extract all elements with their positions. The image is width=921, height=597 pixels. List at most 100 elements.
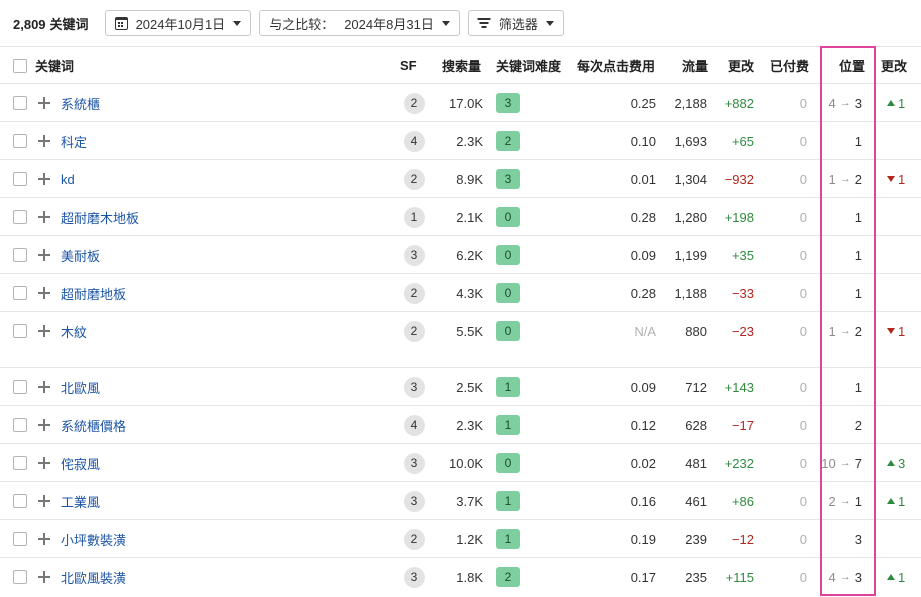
row-checkbox[interactable]: [13, 210, 27, 224]
plus-icon[interactable]: [38, 97, 50, 109]
triangle-down-icon: [887, 328, 895, 334]
row-checkbox[interactable]: [13, 418, 27, 432]
col-volume[interactable]: 搜索量: [430, 47, 481, 84]
sf-badge[interactable]: 3: [403, 490, 425, 512]
col-kd[interactable]: 关键词难度: [496, 47, 561, 84]
col-cpc[interactable]: 每次点击费用: [570, 47, 655, 84]
sf-badge[interactable]: 3: [403, 376, 425, 398]
sf-badge[interactable]: 4: [403, 130, 425, 152]
plus-icon[interactable]: [38, 325, 50, 337]
keyword-link[interactable]: 美耐板: [61, 246, 100, 265]
col-sf[interactable]: SF: [400, 47, 424, 84]
plus-icon[interactable]: [38, 495, 50, 507]
plus-icon[interactable]: [38, 381, 50, 393]
arrow-right-icon: →: [839, 173, 851, 185]
kd-badge: 1: [496, 491, 520, 511]
search-volume: 2.1K: [456, 209, 483, 225]
paid-value: 0: [799, 133, 807, 149]
plus-icon[interactable]: [38, 211, 50, 223]
keyword-link[interactable]: 超耐磨木地板: [61, 208, 139, 227]
traffic-change-value: +143: [724, 379, 754, 395]
kd-badge: 2: [496, 567, 520, 587]
table-header: 关键词 SF 搜索量 关键词难度 每次点击费用 流量 更改 已付费 位置 更改: [0, 46, 921, 83]
traffic-change-value: −12: [731, 531, 754, 547]
table-row: 超耐磨木地板 1 2.1K 0 0.28 1,280 +198 0 1: [0, 197, 921, 235]
plus-icon[interactable]: [38, 287, 50, 299]
date-picker-button[interactable]: 2024年10月1日: [104, 10, 252, 36]
kd-badge: 1: [496, 529, 520, 549]
plus-icon[interactable]: [38, 173, 50, 185]
kd-badge: 0: [496, 245, 520, 265]
col-keyword[interactable]: 关键词: [35, 47, 74, 84]
plus-icon[interactable]: [38, 533, 50, 545]
row-checkbox[interactable]: [13, 570, 27, 584]
sf-badge[interactable]: 2: [403, 282, 425, 304]
keyword-link[interactable]: 系統櫃價格: [61, 416, 126, 435]
row-checkbox[interactable]: [13, 96, 27, 110]
plus-icon[interactable]: [38, 571, 50, 583]
sf-badge[interactable]: 1: [403, 206, 425, 228]
triangle-up-icon: [887, 574, 895, 580]
keyword-link[interactable]: kd: [61, 172, 75, 187]
traffic-change-value: +232: [724, 455, 754, 471]
keyword-link[interactable]: 工業風: [61, 492, 100, 511]
col-position-change[interactable]: 更改: [881, 47, 907, 84]
sf-badge[interactable]: 2: [403, 528, 425, 550]
sf-badge[interactable]: 3: [403, 566, 425, 588]
row-checkbox[interactable]: [13, 532, 27, 546]
sf-badge[interactable]: 3: [403, 244, 425, 266]
position-from: 2: [828, 493, 836, 509]
plus-icon[interactable]: [38, 419, 50, 431]
col-position[interactable]: 位置: [825, 47, 865, 84]
keyword-count-number: 2,809: [13, 16, 46, 32]
calendar-icon: [114, 16, 128, 30]
keyword-link[interactable]: 木紋: [61, 322, 87, 341]
toolbar: 2,809 关键词 2024年10月1日 与之比较： 2024年8月31日 筛选器: [0, 0, 921, 46]
row-checkbox[interactable]: [13, 134, 27, 148]
row-checkbox[interactable]: [13, 494, 27, 508]
traffic-value: 1,199: [674, 247, 707, 263]
position-change-value: 1: [898, 323, 906, 339]
position-from: 4: [828, 569, 836, 585]
sf-badge[interactable]: 3: [403, 452, 425, 474]
keyword-link[interactable]: 北歐風裝潢: [61, 568, 126, 587]
traffic-change-value: +86: [731, 493, 754, 509]
col-paid[interactable]: 已付费: [765, 47, 809, 84]
table-row: 北歐風裝潢 3 1.8K 2 0.17 235 +115 0 4 → 3 1: [0, 557, 921, 595]
filter-button[interactable]: 筛选器: [467, 10, 564, 36]
keyword-link[interactable]: 超耐磨地板: [61, 284, 126, 303]
plus-icon[interactable]: [38, 249, 50, 261]
row-checkbox[interactable]: [13, 286, 27, 300]
row-checkbox[interactable]: [13, 248, 27, 262]
keyword-link[interactable]: 科定: [61, 132, 87, 151]
col-change[interactable]: 更改: [718, 47, 754, 84]
row-checkbox[interactable]: [13, 456, 27, 470]
sf-badge[interactable]: 2: [403, 320, 425, 342]
search-volume: 10.0K: [449, 455, 483, 471]
position-value: 2: [854, 417, 862, 433]
compare-date-button[interactable]: 与之比较： 2024年8月31日: [259, 10, 460, 36]
sf-badge[interactable]: 4: [403, 414, 425, 436]
position-from: 4: [828, 95, 836, 111]
search-volume: 6.2K: [456, 247, 483, 263]
plus-icon[interactable]: [38, 135, 50, 147]
arrow-right-icon: →: [839, 457, 851, 469]
keyword-link[interactable]: 系統櫃: [61, 94, 100, 113]
position-value: 3: [854, 531, 862, 547]
row-checkbox[interactable]: [13, 380, 27, 394]
keyword-link[interactable]: 小坪數裝潢: [61, 530, 126, 549]
chevron-down-icon: [233, 20, 242, 26]
sf-badge[interactable]: 2: [403, 92, 425, 114]
cpc-value: 0.25: [630, 95, 656, 111]
select-all-checkbox[interactable]: [13, 58, 27, 73]
row-checkbox[interactable]: [13, 172, 27, 186]
plus-icon[interactable]: [38, 457, 50, 469]
keyword-link[interactable]: 北歐風: [61, 378, 100, 397]
row-checkbox[interactable]: [13, 324, 27, 338]
position-change-value: 1: [898, 569, 906, 585]
traffic-value: 1,693: [674, 133, 707, 149]
keyword-link[interactable]: 侘寂風: [61, 454, 100, 473]
col-traffic[interactable]: 流量: [670, 47, 708, 84]
traffic-value: 1,188: [674, 285, 707, 301]
sf-badge[interactable]: 2: [403, 168, 425, 190]
